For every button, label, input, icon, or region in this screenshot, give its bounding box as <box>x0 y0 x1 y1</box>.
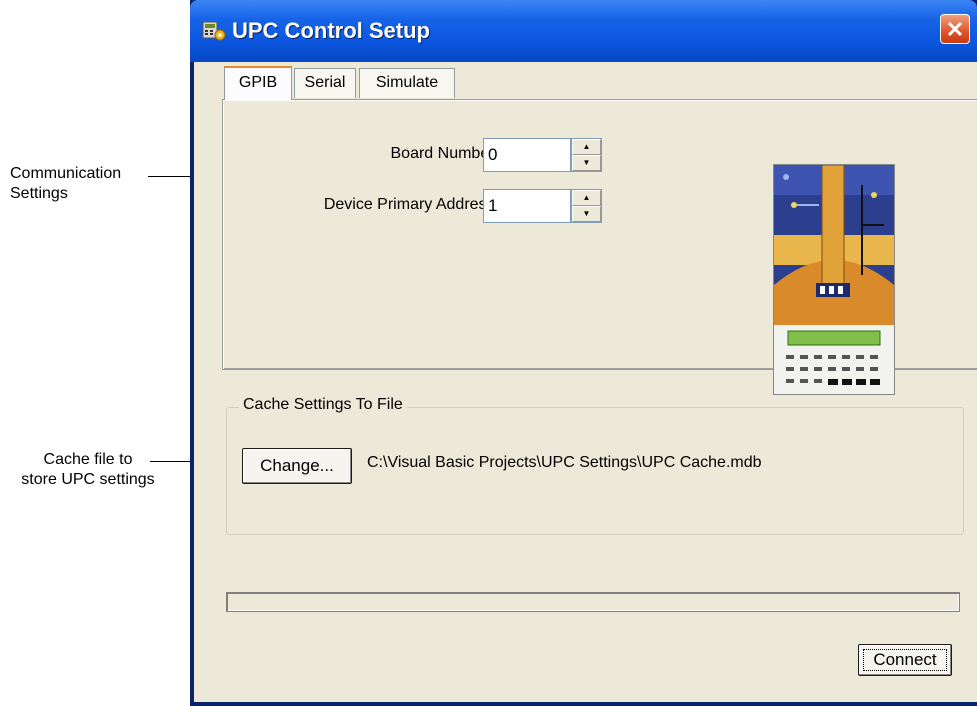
tab-serial[interactable]: Serial <box>294 68 356 98</box>
window-title: UPC Control Setup <box>232 18 430 43</box>
annotation-communication-line1: Communication <box>10 165 122 182</box>
title-bar[interactable]: UPC Control Setup ✕ <box>190 0 977 62</box>
board-number-label: Board Number: <box>390 145 500 162</box>
tab-gpib[interactable]: GPIB <box>224 66 292 100</box>
up-arrow-icon[interactable]: ▲ <box>572 190 601 206</box>
tab-gpib-label: GPIB <box>238 74 278 91</box>
annotation-cache-line1: Cache file to <box>43 451 133 468</box>
dialog-client-area: GPIB Serial Simulate Board Number: ▲ ▼ D… <box>194 62 977 702</box>
annotation-communication-settings: Communication Settings <box>10 164 121 204</box>
close-icon: ✕ <box>945 17 965 42</box>
focus-indicator <box>863 649 947 671</box>
annotation-cache-file: Cache file to store UPC settings <box>6 450 170 490</box>
tab-serial-label: Serial <box>304 74 346 91</box>
close-button[interactable]: ✕ <box>940 14 970 44</box>
down-arrow-icon[interactable]: ▼ <box>572 206 601 222</box>
tab-panel-gpib: Board Number: ▲ ▼ Device Primary Address… <box>222 99 977 395</box>
board-number-spinner[interactable]: ▲ ▼ <box>571 138 602 172</box>
change-button[interactable]: Change... <box>242 448 352 484</box>
cache-file-path: C:\Visual Basic Projects\UPC Settings\UP… <box>367 454 762 471</box>
device-address-label: Device Primary Address: <box>323 196 499 213</box>
setup-window: UPC Control Setup ✕ GPIB Serial Simulate… <box>190 0 977 706</box>
up-arrow-icon[interactable]: ▲ <box>572 139 601 155</box>
annotation-cache-line2: store UPC settings <box>21 471 155 488</box>
device-address-input[interactable] <box>483 189 571 223</box>
app-icon <box>202 21 226 41</box>
cache-settings-title: Cache Settings To File <box>239 396 407 414</box>
annotation-communication-line2: Settings <box>10 185 68 202</box>
instrument-illustration <box>773 164 895 395</box>
board-number-input[interactable] <box>483 138 571 172</box>
down-arrow-icon[interactable]: ▼ <box>572 155 601 171</box>
tab-simulate-label: Simulate <box>375 74 439 91</box>
cache-settings-group: Cache Settings To File Change... C:\Visu… <box>226 396 964 535</box>
tab-simulate[interactable]: Simulate <box>359 68 455 98</box>
connect-button[interactable]: Connect <box>858 644 952 676</box>
progress-bar <box>226 592 960 612</box>
device-address-spinner[interactable]: ▲ ▼ <box>571 189 602 223</box>
